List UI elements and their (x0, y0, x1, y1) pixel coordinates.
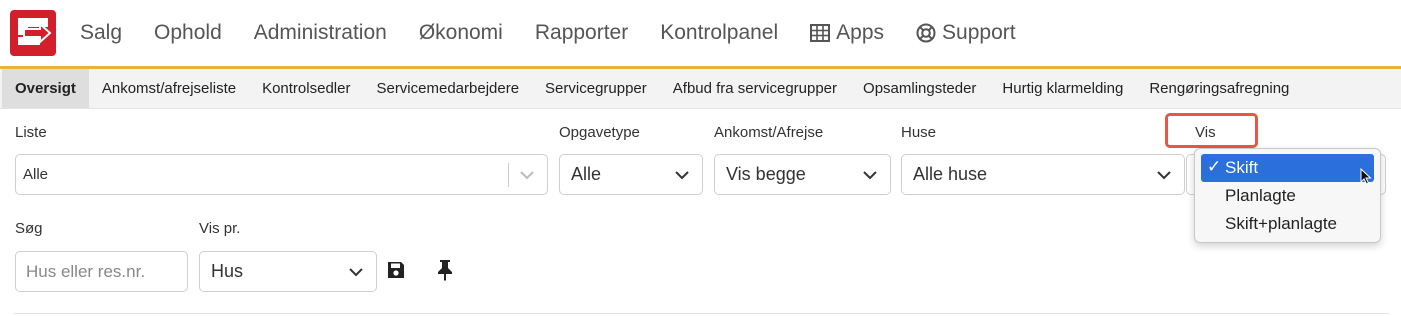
section-divider (14, 313, 1389, 314)
save-icon[interactable] (384, 258, 408, 282)
vis-pr-select[interactable]: Hus (199, 251, 377, 292)
nav-item-okonomi[interactable]: Økonomi (403, 21, 519, 45)
tab-servicegrupper[interactable]: Servicegrupper (532, 69, 660, 108)
vis-option-skift[interactable]: ✓ Skift (1201, 154, 1374, 182)
lifebuoy-icon (916, 23, 936, 43)
brand-logo[interactable] (10, 10, 56, 56)
nav-item-kontrolpanel[interactable]: Kontrolpanel (644, 21, 794, 45)
vis-dropdown-menu: ✓ Skift Planlagte Skift+planlagte (1194, 148, 1381, 243)
liste-label: Liste (15, 124, 47, 141)
vis-label-highlight (1165, 113, 1258, 148)
checkmark-icon: ✓ (1207, 157, 1222, 176)
nav-item-label: Support (942, 21, 1016, 44)
vis-pr-value: Hus (211, 261, 244, 281)
tab-afbud-fra-servicegrupper[interactable]: Afbud fra servicegrupper (660, 69, 850, 108)
nav-item-label: Økonomi (418, 21, 503, 44)
nav-item-label: Salg (80, 21, 123, 44)
vis-pr-label: Vis pr. (199, 220, 241, 237)
vis-option-skift-planlagte[interactable]: Skift+planlagte (1201, 210, 1374, 238)
pin-icon[interactable] (433, 257, 457, 283)
tab-servicemedarbejdere[interactable]: Servicemedarbejdere (363, 69, 532, 108)
search-placeholder: Hus eller res.nr. (26, 261, 146, 281)
chevron-down-icon (519, 168, 535, 187)
select-separator (508, 163, 509, 187)
nav-item-label: Administration (253, 21, 387, 44)
ankomst-afrejse-select[interactable]: Vis begge (714, 154, 891, 195)
opgavetype-select[interactable]: Alle (559, 154, 703, 195)
nav-item-administration[interactable]: Administration (238, 21, 403, 45)
opgavetype-label: Opgavetype (559, 124, 640, 141)
option-label: Skift (1225, 158, 1259, 177)
tab-hurtig-klarmelding[interactable]: Hurtig klarmelding (989, 69, 1136, 108)
nav-item-support[interactable]: Support (900, 21, 1032, 45)
top-navbar: Salg Ophold Administration Økonomi Rappo… (0, 0, 1401, 69)
huse-label: Huse (901, 124, 937, 141)
nav-item-salg[interactable]: Salg (64, 21, 138, 45)
huse-value: Alle huse (913, 164, 988, 184)
sog-label: Søg (15, 220, 43, 237)
chevron-down-icon (674, 168, 690, 187)
tab-kontrolsedler[interactable]: Kontrolsedler (249, 69, 363, 108)
chevron-down-icon (862, 168, 878, 187)
tab-rengoringsafregning[interactable]: Rengøringsafregning (1136, 69, 1302, 108)
ankomst-afrejse-label: Ankomst/Afrejse (714, 124, 824, 141)
huse-select[interactable]: Alle huse (901, 154, 1185, 195)
tab-ankomst-afrejseliste[interactable]: Ankomst/afrejseliste (89, 69, 249, 108)
nav-item-label: Apps (836, 21, 885, 44)
grid-icon (810, 24, 831, 42)
nav-item-label: Rapporter (534, 21, 629, 44)
nav-item-rapporter[interactable]: Rapporter (519, 21, 644, 45)
main-nav: Salg Ophold Administration Økonomi Rappo… (64, 0, 1032, 66)
chevron-down-icon (1156, 168, 1172, 187)
nav-item-ophold[interactable]: Ophold (138, 21, 238, 45)
tab-opsamlingsteder[interactable]: Opsamlingsteder (850, 69, 989, 108)
option-label: Skift+planlagte (1225, 214, 1337, 233)
liste-select[interactable]: Alle (15, 154, 548, 195)
option-label: Planlagte (1225, 186, 1296, 205)
search-input[interactable]: Hus eller res.nr. (15, 251, 188, 292)
tab-oversigt[interactable]: Oversigt (2, 69, 89, 108)
nav-item-label: Kontrolpanel (660, 21, 779, 44)
vis-option-planlagte[interactable]: Planlagte (1201, 182, 1374, 210)
opgavetype-value: Alle (571, 164, 602, 184)
sub-nav: Oversigt Ankomst/afrejseliste Kontrolsed… (0, 69, 1401, 109)
nav-item-apps[interactable]: Apps (794, 21, 900, 45)
nav-item-label: Ophold (154, 21, 222, 44)
liste-value: Alle (23, 166, 49, 183)
chevron-down-icon (348, 265, 364, 284)
ankomst-afrejse-value: Vis begge (726, 164, 806, 184)
mouse-cursor-icon (1360, 167, 1372, 190)
